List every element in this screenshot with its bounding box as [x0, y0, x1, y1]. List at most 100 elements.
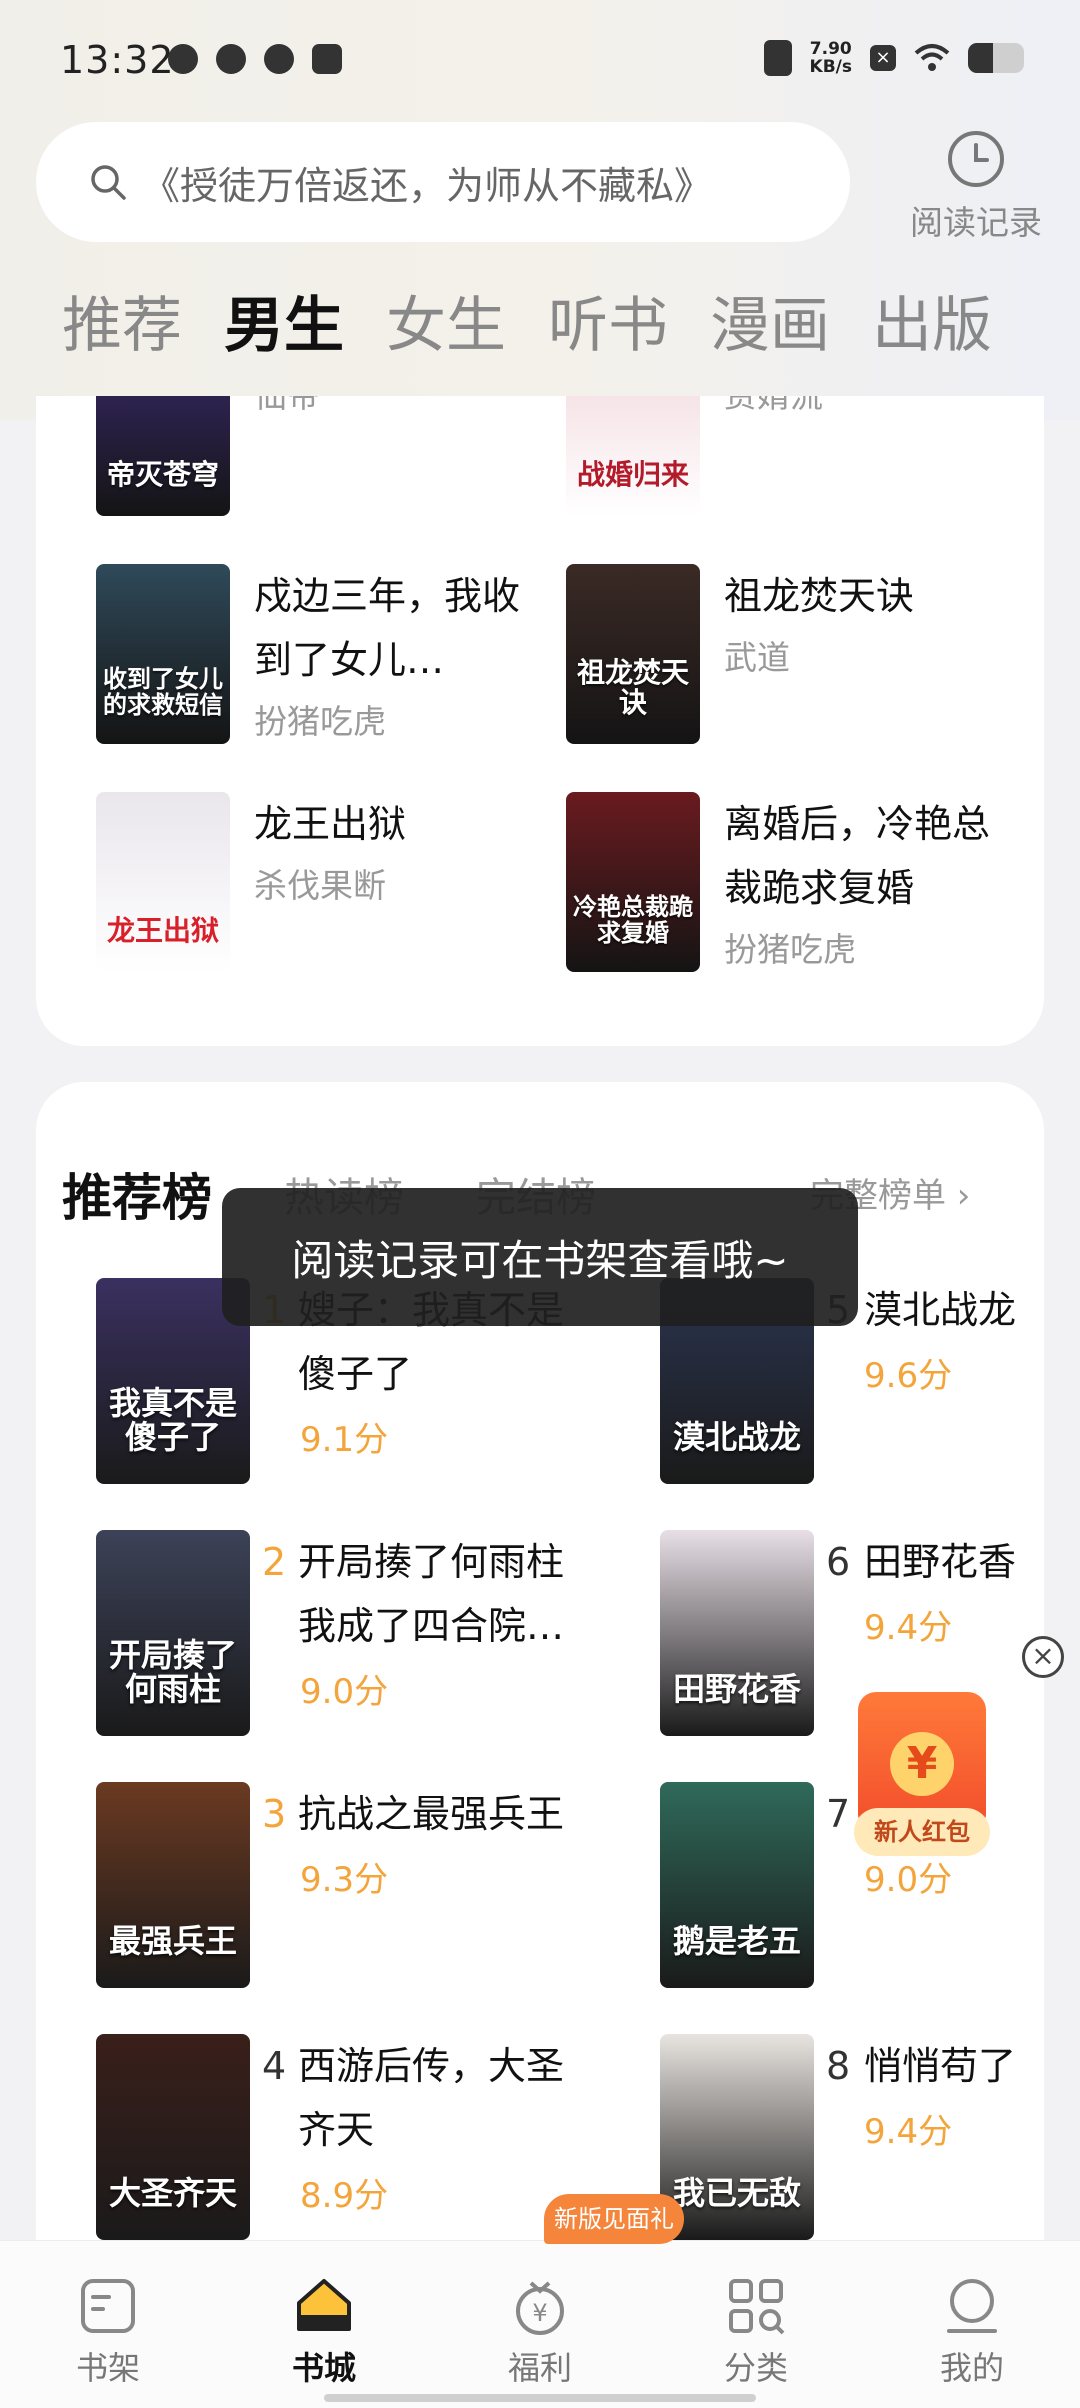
book-item[interactable]: 龙王出狱 龙王出狱 杀伐果断	[96, 792, 524, 972]
yen-icon: ¥	[890, 1732, 954, 1796]
book-item[interactable]: 冷艳总裁跪求复婚 离婚后，冷艳总裁跪求复婚 扮猪吃虎	[566, 792, 994, 980]
nav-label: 分类	[723, 2349, 788, 2387]
vibrate-icon	[763, 40, 792, 76]
tab-recommend-rank[interactable]: 推荐榜	[62, 1168, 212, 1228]
cloud-notification-icon	[216, 44, 246, 74]
cover-title: 大圣齐天	[108, 2174, 237, 2212]
home-icon	[297, 2279, 351, 2331]
book-cover: 战婚归来	[566, 396, 700, 516]
bookshelf-icon	[81, 2279, 135, 2333]
search-placeholder: 《授徒万倍返还，为师从不藏私》	[142, 163, 713, 208]
book-cover: 收到了女儿的求救短信	[96, 564, 230, 744]
cover-title: 龙王出狱	[106, 914, 219, 947]
rank-number: 6	[826, 1540, 851, 1584]
ranking-score: 9.4分	[864, 2112, 953, 2152]
book-item[interactable]: 收到了女儿的求救短信 戍边三年，我收到了女儿… 扮猪吃虎	[96, 564, 524, 752]
book-cover: 祖龙焚天诀	[566, 564, 700, 744]
cover-title: 开局揍了何雨柱	[108, 1636, 237, 1708]
svg-text:¥: ¥	[532, 2299, 547, 2327]
wifi-icon	[914, 44, 950, 71]
search-bar[interactable]: 《授徒万倍返还，为师从不藏私》	[36, 122, 850, 242]
nav-label: 书城	[291, 2349, 356, 2387]
battery-level	[968, 43, 994, 73]
app-notification-icon	[168, 44, 198, 74]
book-cover: 冷艳总裁跪求复婚	[566, 792, 700, 972]
search-icon	[91, 165, 126, 200]
nav-category[interactable]: 分类	[686, 2273, 826, 2389]
book-cover: 龙王出狱	[96, 792, 230, 972]
ranking-score: 9.3分	[300, 1860, 389, 1900]
channel-tabs: 推荐 男生 女生 听书 漫画 出版	[62, 284, 992, 368]
profile-icon	[947, 2279, 997, 2333]
tab-comics[interactable]: 漫画	[710, 284, 830, 368]
ranking-title: 悄悄苟了	[864, 2044, 1017, 2088]
tab-publishing[interactable]: 出版	[872, 284, 992, 368]
cover-title: 田野花香	[672, 1670, 801, 1708]
net-speed-value: 7.90	[809, 39, 852, 59]
tab-recommend[interactable]: 推荐	[62, 284, 182, 368]
cover-title: 帝灭苍穹	[106, 458, 219, 491]
book-author: 杀伐果断	[254, 866, 386, 905]
ranking-title: 田野花香	[864, 1540, 1017, 1584]
red-packet-label: 新人红包	[854, 1808, 990, 1856]
tab-audiobook[interactable]: 听书	[548, 284, 668, 368]
bottom-navigation: 书架 书城 ¥ 福利 分类 我的	[0, 2240, 1080, 2408]
new-version-gift-badge: 新版见面礼	[544, 2194, 684, 2244]
notification-icons	[168, 44, 342, 74]
gift-bag-icon: ¥	[516, 2281, 564, 2335]
book-author: 赘婿流	[724, 396, 994, 426]
ranking-item[interactable]: 我已无敌 8 悄悄苟了 9.4分	[660, 2034, 1046, 2240]
book-cover: 帝灭苍穹	[96, 396, 230, 516]
nav-bookstore[interactable]: 书城	[254, 2273, 394, 2389]
book-author: 武道	[724, 638, 790, 677]
new-user-red-packet[interactable]: ¥ 新人红包	[854, 1692, 990, 1860]
cover-title: 漠北战龙	[672, 1418, 801, 1456]
ranking-cover: 开局揍了何雨柱	[96, 1530, 250, 1736]
nav-label: 书架	[75, 2349, 140, 2387]
tab-female[interactable]: 女生	[386, 284, 506, 368]
nav-welfare[interactable]: ¥ 福利	[470, 2273, 610, 2389]
status-time: 13:32	[60, 38, 175, 82]
cover-title: 冷艳总裁跪求复婚	[573, 893, 693, 947]
no-sim-icon: ×	[870, 45, 896, 71]
nav-profile[interactable]: 我的	[902, 2273, 1042, 2389]
tab-male[interactable]: 男生	[224, 284, 344, 368]
close-packet-icon[interactable]: ×	[1022, 1636, 1064, 1678]
battery-icon	[968, 43, 1024, 73]
ranking-title: 西游后传，大圣齐天	[297, 2044, 564, 2152]
ranking-score: 8.9分	[300, 2176, 389, 2216]
cover-title: 我真不是傻子了	[108, 1384, 237, 1456]
reading-history-button[interactable]: 阅读记录	[896, 128, 1056, 244]
book-item[interactable]: 战婚归来 赘婿流	[566, 396, 994, 516]
book-item[interactable]: 祖龙焚天诀 祖龙焚天诀 武道	[566, 564, 994, 744]
status-bar: 13:32 7.90 KB/s ×	[0, 0, 1080, 120]
net-speed: 7.90 KB/s	[810, 40, 852, 76]
reading-history-label: 阅读记录	[910, 203, 1042, 242]
net-speed-unit: KB/s	[809, 57, 852, 77]
cover-title: 祖龙焚天诀	[576, 656, 689, 719]
system-indicators: 7.90 KB/s ×	[763, 40, 1024, 76]
ranking-title: 开局揍了何雨柱我成了四合院…	[297, 1540, 564, 1648]
nav-label: 我的	[939, 2349, 1004, 2387]
robot-notification-icon	[264, 44, 294, 74]
ranking-cover: 鹅是老五	[660, 1782, 814, 1988]
ranking-score: 9.1分	[300, 1420, 389, 1460]
nav-bookshelf[interactable]: 书架	[38, 2273, 178, 2389]
book-title: 戍边三年，我收到了女儿…	[254, 574, 521, 682]
ranking-item[interactable]: 大圣齐天 4 西游后传，大圣齐天 8.9分	[96, 2034, 582, 2240]
rank-number: 2	[262, 1540, 287, 1584]
ranking-score: 9.0分	[300, 1672, 389, 1712]
ranking-cover: 最强兵王	[96, 1782, 250, 1988]
toast-message: 阅读记录可在书架查看哦~	[222, 1188, 858, 1326]
ranking-cover: 大圣齐天	[96, 2034, 250, 2240]
rank-number: 3	[262, 1792, 287, 1836]
home-indicator	[324, 2394, 756, 2402]
nav-label: 福利	[507, 2349, 572, 2387]
box-notification-icon	[312, 44, 342, 74]
cover-title: 我已无敌	[672, 2174, 801, 2212]
book-title: 龙王出狱	[254, 802, 407, 846]
ranking-item[interactable]: 最强兵王 3 抗战之最强兵王 9.3分	[96, 1782, 582, 1988]
ranking-item[interactable]: 开局揍了何雨柱 2 开局揍了何雨柱我成了四合院… 9.0分	[96, 1530, 582, 1736]
book-item[interactable]: 帝灭苍穹 仙帝	[96, 396, 524, 516]
book-author: 仙帝	[254, 396, 524, 426]
